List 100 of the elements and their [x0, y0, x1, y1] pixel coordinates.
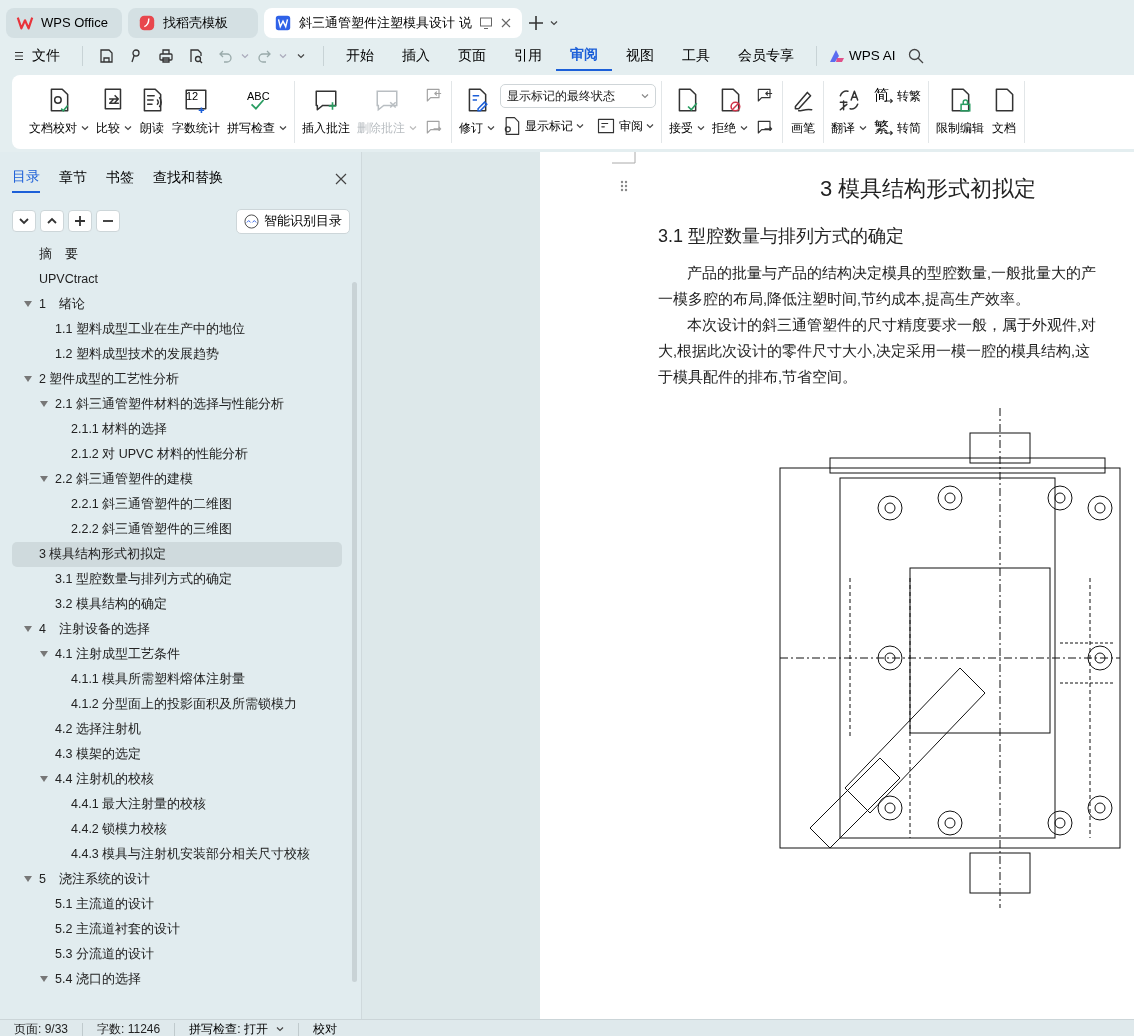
drag-handle-icon[interactable]	[620, 180, 628, 192]
toc-item[interactable]: 1 绪论	[12, 291, 342, 317]
close-icon[interactable]	[335, 172, 347, 185]
ribbon-button[interactable]: 翻译	[829, 81, 869, 143]
toc-item[interactable]: 4.4.1 最大注射量的校核	[12, 791, 342, 817]
toc-item[interactable]: 5.2 主流道衬套的设计	[12, 916, 342, 942]
toc-item[interactable]: 4.1.2 分型面上的投影面积及所需锁模力	[12, 691, 342, 717]
expand-caret-icon[interactable]	[24, 625, 32, 634]
proofread-button[interactable]: 校对	[298, 1020, 351, 1036]
menu-tab[interactable]: 页面	[444, 41, 500, 71]
document-tab[interactable]: 斜三通管塑件注塑模具设计 说	[264, 8, 522, 38]
ribbon-button[interactable]: 朗读	[137, 81, 167, 143]
menu-tab[interactable]: 视图	[612, 41, 668, 71]
search-icon[interactable]	[907, 48, 924, 64]
toc-item[interactable]: 5.4 浇口的选择	[12, 966, 342, 992]
menu-tab[interactable]: 会员专享	[724, 41, 808, 71]
caret-icon	[641, 93, 649, 99]
panel-tab[interactable]: 章节	[59, 165, 87, 192]
expand-caret-icon[interactable]	[24, 375, 32, 384]
ribbon-button[interactable]: 文档校对	[27, 81, 91, 143]
panel-tab[interactable]: 查找和替换	[153, 165, 223, 192]
remove-button[interactable]	[96, 210, 120, 233]
ribbon-button[interactable]: 修订	[457, 81, 497, 143]
toc-item[interactable]: 4.2 选择注射机	[12, 716, 342, 742]
menu-tab[interactable]: 工具	[668, 41, 724, 71]
menu-tab[interactable]: 开始	[332, 41, 388, 71]
plus-icon	[73, 214, 87, 229]
menu-tab[interactable]: 审阅	[556, 40, 612, 72]
chapter-heading: 3 模具结构形式初拟定	[820, 175, 1038, 203]
ribbon-button[interactable]: 比较	[94, 81, 134, 143]
ribbon-button[interactable]: 简 转繁	[872, 82, 923, 110]
document-tab[interactable]: 找稻壳模板	[128, 8, 258, 38]
toc-item[interactable]: 5.1 主流道的设计	[12, 891, 342, 917]
toc-item[interactable]: 3.2 模具结构的确定	[12, 591, 342, 617]
expand-caret-icon[interactable]	[40, 775, 48, 784]
ribbon-button[interactable]: 拒绝	[710, 81, 750, 143]
expand-caret-icon[interactable]	[40, 475, 48, 484]
review-pane-icon	[596, 116, 616, 136]
ai-button[interactable]: WPS AI	[825, 41, 900, 71]
panel-tab[interactable]: 目录	[12, 164, 40, 193]
smart-toc-button[interactable]: 智能识别目录	[236, 209, 350, 234]
ribbon-button[interactable]: 繁 转简	[872, 114, 923, 142]
ribbon-button[interactable]: 审阅	[594, 112, 656, 140]
expand-caret-icon[interactable]	[40, 650, 48, 659]
print-icon[interactable]	[158, 48, 174, 64]
ribbon-button[interactable]: 12 字数统计	[170, 81, 222, 143]
redo-icon[interactable]	[256, 48, 272, 64]
ribbon-button[interactable]: 插入批注	[300, 81, 352, 143]
document-tab[interactable]: WPS Office	[6, 8, 122, 38]
toc-item[interactable]: UPVCtract	[12, 266, 342, 292]
toc-item[interactable]: 2.1 斜三通管塑件材料的选择与性能分析	[12, 391, 342, 417]
collapse-all-button[interactable]	[12, 210, 36, 233]
ribbon-button[interactable]: 文档	[989, 81, 1019, 143]
ribbon-button[interactable]: ABC 拼写检查	[225, 81, 289, 143]
toc-item[interactable]: 2.2 斜三通管塑件的建模	[12, 466, 342, 492]
menu-icon	[14, 51, 24, 61]
toc-item[interactable]: 4.1 注射成型工艺条件	[12, 641, 342, 667]
toc-item[interactable]: 4 注射设备的选择	[12, 616, 342, 642]
toc-item[interactable]: 2.1.1 材料的选择	[12, 416, 342, 442]
toc-item[interactable]: 1.2 塑料成型技术的发展趋势	[12, 341, 342, 367]
toc-item[interactable]: 4.4 注射机的校核	[12, 766, 342, 792]
save-icon[interactable]	[98, 48, 114, 64]
toc-item[interactable]: 4.3 模架的选定	[12, 741, 342, 767]
toc-item[interactable]: 4.1.1 模具所需塑料熔体注射量	[12, 666, 342, 692]
toc-item[interactable]: 3 模具结构形式初拟定	[12, 541, 342, 567]
panel-tab[interactable]: 书签	[106, 165, 134, 192]
expand-all-button[interactable]	[40, 210, 64, 233]
file-menu[interactable]: 文件	[14, 41, 74, 71]
print-preview-icon[interactable]	[188, 48, 204, 64]
menu-tab[interactable]: 引用	[500, 41, 556, 71]
menu-tab[interactable]: 插入	[388, 41, 444, 71]
toc-item[interactable]: 2.2.2 斜三通管塑件的三维图	[12, 516, 342, 542]
toc-item[interactable]: 3.1 型腔数量与排列方式的确定	[12, 566, 342, 592]
toc-item[interactable]: 2 塑件成型的工艺性分析	[12, 366, 342, 392]
expand-caret-icon[interactable]	[24, 300, 32, 309]
scrollbar[interactable]	[352, 281, 357, 982]
close-icon[interactable]	[499, 17, 512, 29]
page-count: 页面: 9/33	[14, 1021, 70, 1036]
caret-icon	[409, 125, 417, 131]
toc-item[interactable]: 5 浇注系统的设计	[12, 866, 342, 892]
expand-caret-icon[interactable]	[40, 400, 48, 409]
toc-item[interactable]: 2.2.1 斜三通管塑件的二维图	[12, 491, 342, 517]
ribbon-button[interactable]: 限制编辑	[934, 81, 986, 143]
toc-item[interactable]: 1.1 塑料成型工业在生产中的地位	[12, 316, 342, 342]
new-tab-icon[interactable]	[527, 15, 544, 31]
ribbon-button[interactable]: 显示标记	[500, 112, 586, 140]
ribbon-button[interactable]: 接受	[667, 81, 707, 143]
spell-check-toggle[interactable]: 拼写检查: 打开	[175, 1020, 298, 1036]
body-text-line: 大,根据此次设计的零件尺寸大小,决定采用一模一腔的模具结构,这	[658, 342, 1092, 361]
toc-item[interactable]: 2.1.2 对 UPVC 材料的性能分析	[12, 441, 342, 467]
toc-item[interactable]: 摘 要	[12, 241, 342, 267]
expand-caret-icon[interactable]	[40, 975, 48, 984]
undo-icon[interactable]	[218, 48, 234, 64]
toc-item[interactable]: 5.3 分流道的设计	[12, 941, 342, 967]
ribbon-button[interactable]: 画笔	[788, 81, 818, 143]
expand-caret-icon[interactable]	[24, 875, 32, 884]
toc-item[interactable]: 4.4.2 锁模力校核	[12, 816, 342, 842]
add-button[interactable]	[68, 210, 92, 233]
toc-item[interactable]: 4.4.3 模具与注射机安装部分相关尺寸校核	[12, 841, 342, 867]
view-mode-dropdown[interactable]: 显示标记的最终状态	[500, 84, 656, 108]
